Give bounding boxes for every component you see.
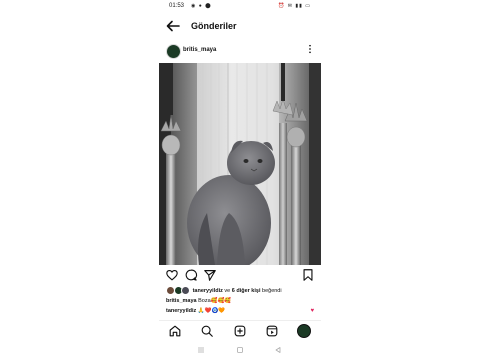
liker-username[interactable]: taneryyildiz — [193, 288, 223, 294]
post-header: britis_maya — [159, 42, 321, 62]
search-icon[interactable] — [200, 324, 214, 338]
avatar[interactable] — [166, 44, 181, 59]
nav-home-icon[interactable] — [235, 345, 245, 355]
likes-summary[interactable]: taneryyildiz ve 6 diğer kişi beğendi — [166, 286, 321, 296]
likes-connector: ve — [222, 287, 232, 294]
caption-text: Boza🥰🥰🥰 — [196, 298, 232, 304]
status-bar: 01:53 ◉ ● ⬤ ⏰ ✉ ▮▮ ▭ — [159, 2, 321, 12]
home-icon[interactable] — [168, 324, 182, 338]
comment-row: taneryyildiz 🙏❤️🧿🧡 ♥ — [166, 308, 316, 314]
reels-icon[interactable] — [265, 324, 279, 338]
nav-menu-icon[interactable] — [196, 345, 206, 355]
nav-back-icon[interactable] — [273, 345, 283, 355]
bookmark-icon[interactable] — [301, 268, 315, 282]
post-actions — [159, 267, 321, 283]
liker-avatar — [181, 286, 191, 295]
caption-username[interactable]: britis_maya — [166, 298, 197, 304]
profile-avatar-icon[interactable] — [297, 324, 311, 338]
comment-icon[interactable] — [184, 268, 198, 282]
status-time: 01:53 — [169, 3, 185, 9]
comment-text: 🙏❤️🧿🧡 — [196, 308, 226, 314]
page-title: Gönderiler — [191, 21, 237, 31]
post-caption: britis_maya Boza🥰🥰🥰 — [166, 298, 231, 304]
likes-others[interactable]: 6 diğer kişi — [232, 288, 261, 294]
post-username[interactable]: britis_maya — [183, 47, 216, 53]
comment-username[interactable]: taneryyildiz — [166, 308, 196, 314]
add-post-icon[interactable] — [233, 324, 247, 338]
post-photo[interactable] — [159, 63, 321, 265]
phone-screen: 01:53 ◉ ● ⬤ ⏰ ✉ ▮▮ ▭ Gönderiler britis_m… — [159, 0, 321, 360]
bottom-tab-bar — [159, 320, 321, 341]
app-header: Gönderiler — [159, 16, 321, 38]
status-notification-icons: ◉ ● ⬤ — [191, 3, 212, 9]
send-icon[interactable] — [203, 268, 217, 282]
heart-icon[interactable] — [165, 268, 179, 282]
comment-like-icon[interactable]: ♥ — [310, 308, 314, 314]
likes-suffix: beğendi — [260, 287, 282, 294]
system-nav-bar — [159, 342, 321, 358]
more-vertical-icon[interactable] — [308, 44, 312, 54]
status-system-icons: ⏰ ✉ ▮▮ ▭ — [278, 3, 311, 9]
arrow-left-icon[interactable] — [165, 18, 181, 34]
